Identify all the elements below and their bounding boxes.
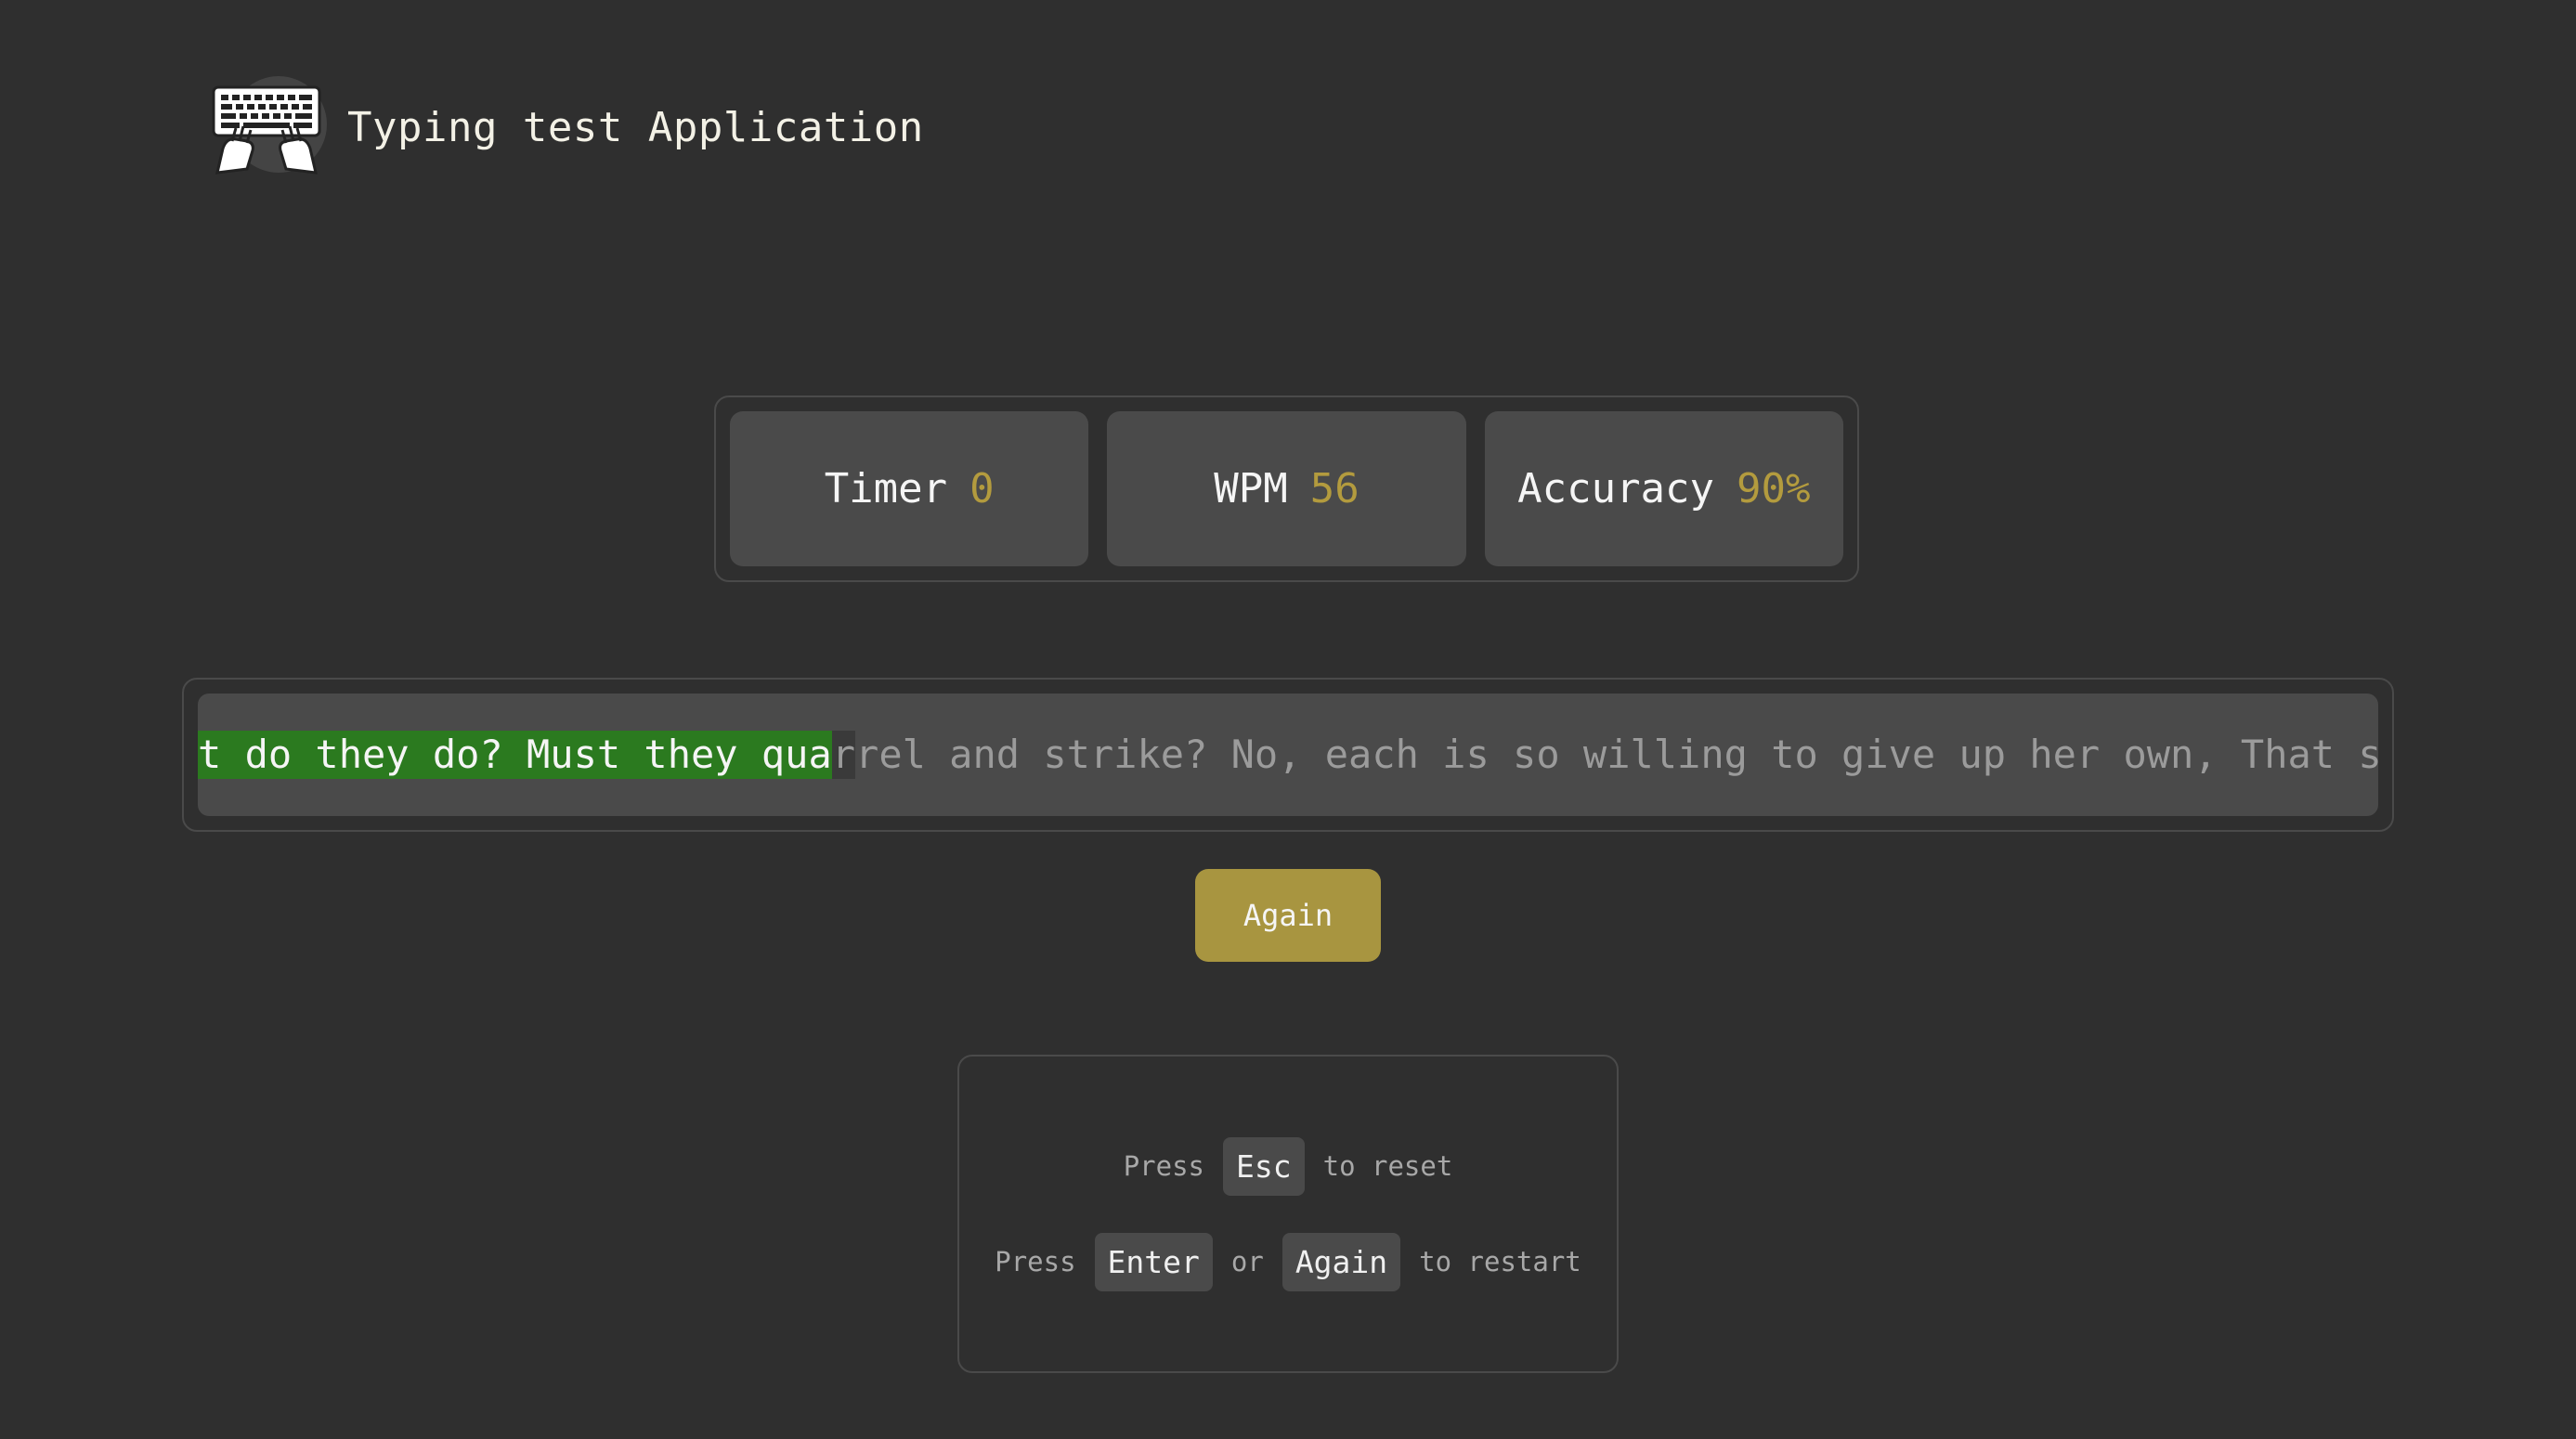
keyboard-shortcuts-help: Press Esc to reset Press Enter or Again … xyxy=(957,1055,1619,1373)
timer-label: Timer xyxy=(824,465,948,512)
timer-value: 0 xyxy=(969,465,995,512)
again-button[interactable]: Again xyxy=(1195,869,1381,962)
stats-panel: Timer 0 WPM 56 Accuracy 90% xyxy=(714,395,1859,582)
wpm-card: WPM 56 xyxy=(1107,411,1466,566)
timer-card: Timer 0 xyxy=(730,411,1089,566)
typing-text: t do they do? Must they qua r rel and stri… xyxy=(198,694,2378,816)
reset-hint: Press Esc to reset xyxy=(1123,1136,1453,1196)
keyboard-logo-icon xyxy=(210,76,327,178)
current-character: r xyxy=(831,731,856,779)
typed-text: t do they do? Must they qua xyxy=(198,731,832,779)
accuracy-label: Accuracy xyxy=(1517,465,1715,512)
typing-area[interactable]: t do they do? Must they qua r rel and stri… xyxy=(182,678,2394,832)
esc-key: Esc xyxy=(1223,1136,1305,1196)
app-header: Typing test Application xyxy=(210,76,924,178)
accuracy-value: 90% xyxy=(1737,465,1811,512)
restart-hint-or: or xyxy=(1230,1246,1264,1277)
remaining-text: rel and strike? No, each is so willing t… xyxy=(855,732,2378,777)
reset-hint-suffix: to reset xyxy=(1322,1150,1453,1182)
accuracy-card: Accuracy 90% xyxy=(1484,411,1843,566)
again-key: Again xyxy=(1281,1232,1401,1291)
restart-hint: Press Enter or Again to restart xyxy=(995,1232,1581,1291)
wpm-value: 56 xyxy=(1309,465,1360,512)
app-title: Typing test Application xyxy=(347,103,924,151)
wpm-label: WPM xyxy=(1214,465,1288,512)
enter-key: Enter xyxy=(1094,1232,1213,1291)
restart-hint-prefix: Press xyxy=(995,1246,1076,1277)
reset-hint-prefix: Press xyxy=(1123,1150,1204,1182)
restart-hint-suffix: to restart xyxy=(1419,1246,1581,1277)
